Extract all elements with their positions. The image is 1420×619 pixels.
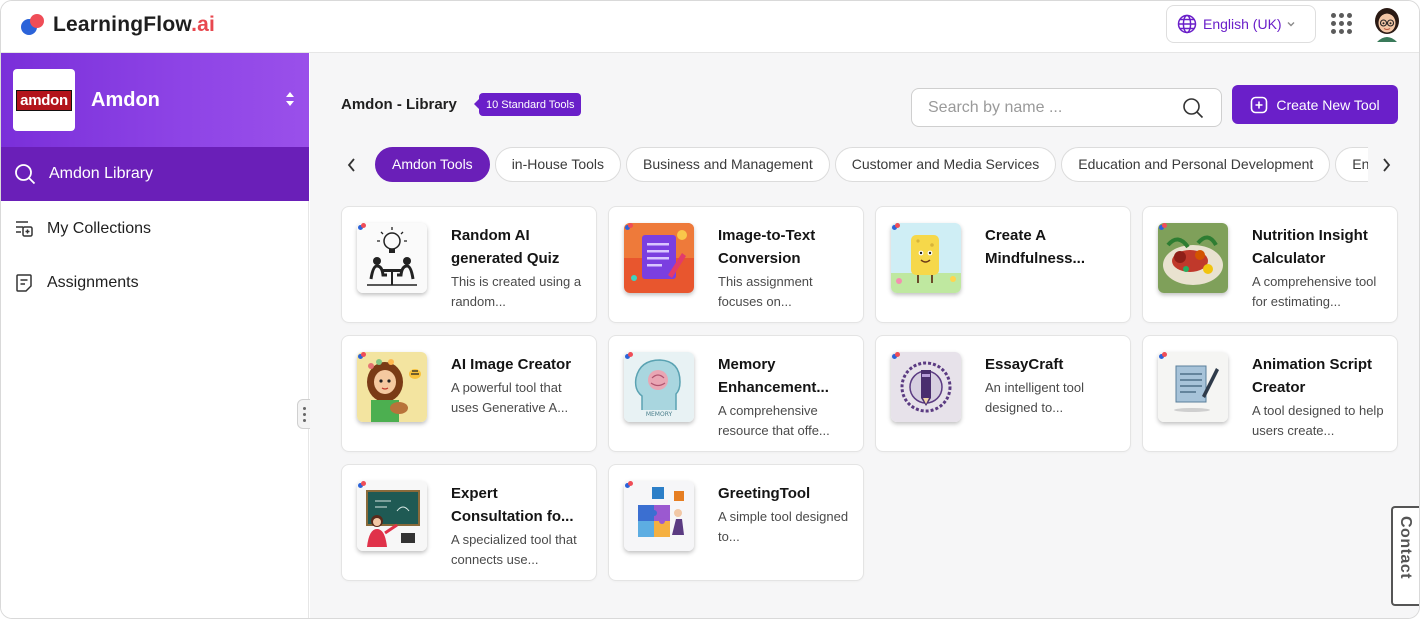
tool-description: This is created using a random...: [451, 274, 582, 309]
tool-thumbnail: [357, 481, 427, 551]
org-name: Amdon: [91, 89, 160, 111]
tool-description: A comprehensive tool for estimating...: [1252, 274, 1377, 309]
chip-amdon-tools[interactable]: Amdon Tools: [375, 147, 490, 182]
brand-logo[interactable]: LearningFlow.ai: [21, 13, 215, 37]
tool-description: A tool designed to help users create...: [1252, 403, 1384, 438]
user-avatar[interactable]: [1371, 6, 1403, 42]
chevron-right-icon: [1383, 158, 1391, 172]
category-chips: Amdon Tools in-House Tools Business and Ma…: [375, 147, 1368, 183]
tool-thumbnail: [891, 223, 961, 293]
brand-dots-icon: [358, 481, 370, 489]
tool-description: A specialized tool that connects use...: [451, 532, 577, 567]
tool-thumbnail: [357, 223, 427, 293]
sidebar-item-label: My Collections: [47, 220, 152, 237]
brand-dots-icon: [625, 223, 637, 231]
org-switcher[interactable]: amdon Amdon: [1, 53, 309, 147]
tool-card[interactable]: Create A Mindfulness...: [875, 206, 1131, 323]
chip-business-management[interactable]: Business and Management: [626, 147, 830, 182]
tool-card[interactable]: Animation Script Creator A tool designed…: [1142, 335, 1398, 452]
tools-grid: Random AI generated Quiz This is created…: [341, 206, 1398, 581]
app-window: LearningFlow.ai English (UK) amdon Amdon…: [0, 0, 1420, 619]
search-input[interactable]: [911, 88, 1222, 127]
tool-thumbnail: [624, 481, 694, 551]
tool-card[interactable]: Random AI generated Quiz This is created…: [341, 206, 597, 323]
tool-title: Random AI generated Quiz: [451, 227, 560, 267]
tool-title: Create A Mindfulness...: [985, 227, 1086, 267]
brand-dots-icon: [1159, 352, 1171, 360]
tool-title: Animation Script Creator: [1252, 356, 1373, 396]
language-label: English (UK): [1203, 16, 1282, 32]
tools-count-badge: 10 Standard Tools: [473, 93, 582, 116]
brand-dots-icon: [1159, 223, 1171, 231]
tool-card[interactable]: Expert Consultation fo... A specialized …: [341, 464, 597, 581]
tool-title: Memory Enhancement...: [718, 356, 829, 396]
globe-icon: [1177, 14, 1197, 34]
brand-dots-icon: [358, 223, 370, 231]
sidebar-item-assignments[interactable]: Assignments: [1, 256, 309, 310]
assignment-icon: [16, 274, 32, 292]
chevron-down-icon: [1287, 22, 1295, 27]
page-title: Amdon - Library: [341, 96, 457, 113]
sidebar: amdon Amdon Amdon Library My Collections: [1, 53, 309, 618]
brand-name: LearningFlow.ai: [53, 13, 216, 36]
language-selector[interactable]: English (UK): [1166, 5, 1316, 43]
collections-icon: [16, 221, 33, 237]
brand-dots-icon: [625, 352, 637, 360]
tool-card[interactable]: AI Image Creator A powerful tool that us…: [341, 335, 597, 452]
tool-description: An intelligent tool designed to...: [985, 380, 1085, 415]
tool-thumbnail: [1158, 223, 1228, 293]
tool-thumbnail: [891, 352, 961, 422]
contact-label: Contact: [1397, 516, 1414, 580]
tool-description: A powerful tool that uses Generative A..…: [451, 380, 569, 415]
sidebar-item-label: Amdon Library: [49, 165, 154, 182]
chip-customer-media[interactable]: Customer and Media Services: [834, 147, 1057, 182]
create-new-tool-button[interactable]: Create New Tool: [1232, 85, 1398, 124]
sort-arrows-icon: [286, 92, 294, 106]
tool-thumbnail: [624, 223, 694, 293]
chip-education-personal[interactable]: Education and Personal Development: [1061, 147, 1331, 182]
tool-card[interactable]: EssayCraft An intelligent tool designed …: [875, 335, 1131, 452]
tool-card[interactable]: Nutrition Insight Calculator A comprehen…: [1142, 206, 1398, 323]
tool-card[interactable]: Image-to-Text Conversion This assignment…: [608, 206, 864, 323]
search-icon[interactable]: [1182, 97, 1204, 119]
brand-dots-icon: [892, 223, 904, 231]
sidebar-item-library[interactable]: Amdon Library: [1, 147, 309, 201]
contact-tab[interactable]: Contact: [1391, 506, 1419, 606]
tool-description: This assignment focuses on...: [718, 274, 813, 309]
tool-title: EssayCraft: [985, 356, 1064, 373]
chips-prev-button[interactable]: [340, 153, 364, 177]
tool-thumbnail: MEMORY: [624, 352, 694, 422]
tool-description: A simple tool designed to...: [718, 509, 849, 544]
svg-text:MEMORY: MEMORY: [646, 411, 673, 418]
tool-description: A comprehensive resource that offe...: [718, 403, 830, 438]
tool-card[interactable]: MEMORY Memory Enhancement... A comprehen…: [608, 335, 864, 452]
chip-entertainment[interactable]: Entertainment: [1335, 147, 1368, 182]
org-logo: amdon: [13, 69, 75, 131]
chevron-left-icon: [347, 158, 355, 172]
brand-dots-icon: [625, 481, 637, 489]
brand-mark-icon: [21, 13, 47, 37]
brand-dots-icon: [358, 352, 370, 360]
tool-thumbnail: [357, 352, 427, 422]
create-new-tool-label: Create New Tool: [1276, 96, 1380, 113]
tool-title: AI Image Creator: [451, 356, 572, 373]
main-content: Amdon - Library 10 Standard Tools Create…: [310, 53, 1419, 618]
tool-title: Expert Consultation fo...: [451, 485, 574, 525]
top-bar: LearningFlow.ai English (UK): [1, 1, 1419, 53]
search-icon: [15, 164, 36, 185]
sidebar-item-collections[interactable]: My Collections: [1, 202, 309, 256]
tool-title: Nutrition Insight Calculator: [1252, 227, 1368, 267]
tool-title: GreetingTool: [718, 485, 811, 502]
sidebar-item-label: Assignments: [47, 274, 139, 291]
tool-thumbnail: [1158, 352, 1228, 422]
brand-dots-icon: [892, 352, 904, 360]
add-square-icon: [1251, 96, 1268, 113]
tool-title: Image-to-Text Conversion: [718, 227, 816, 267]
chips-next-button[interactable]: [1374, 153, 1398, 177]
tool-card[interactable]: GreetingTool A simple tool designed to..…: [608, 464, 864, 581]
chip-in-house-tools[interactable]: in-House Tools: [494, 147, 622, 182]
apps-grid-icon[interactable]: [1331, 13, 1353, 35]
